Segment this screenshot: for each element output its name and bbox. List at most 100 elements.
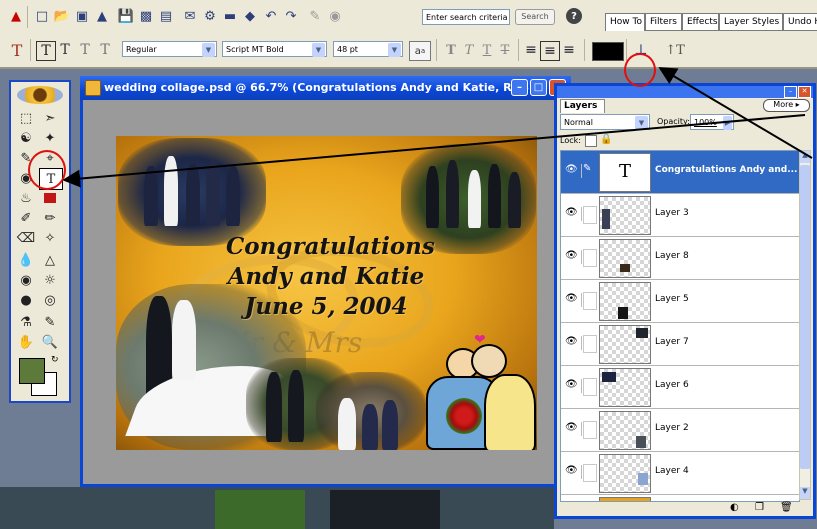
layer-row[interactable]: 👁 Layer 7 <box>561 323 799 366</box>
adjust-icon[interactable]: ◉ <box>326 7 344 25</box>
visibility-eye-icon[interactable]: 👁 <box>565 336 582 350</box>
link-box[interactable] <box>583 292 597 310</box>
link-box[interactable] <box>583 335 597 353</box>
zoom-tool-icon[interactable]: 🔍 <box>39 332 61 352</box>
vertical-mask-icon[interactable]: T <box>96 41 114 59</box>
palette-close-button[interactable]: ✕ <box>798 86 811 98</box>
horizontal-type-icon[interactable]: T <box>36 41 56 61</box>
visibility-eye-icon[interactable]: 👁 <box>565 293 582 307</box>
opacity-input[interactable]: 100% ▶ <box>690 114 734 130</box>
blur-tool-icon[interactable]: 💧 <box>15 250 37 270</box>
tab-filters[interactable]: Filters <box>645 13 682 31</box>
underline-icon[interactable]: T <box>478 41 496 59</box>
help-icon[interactable]: ? <box>566 8 582 24</box>
move-tool-icon[interactable]: ➣ <box>39 108 61 128</box>
text-orientation-icon[interactable]: ↑T <box>665 41 685 59</box>
save-icon[interactable]: 💾 <box>117 7 135 25</box>
sharpen-tool-icon[interactable]: △ <box>39 250 61 270</box>
quick-fix-icon[interactable]: ✎ <box>306 7 324 25</box>
tab-how-to[interactable]: How To <box>605 13 645 31</box>
align-right-icon[interactable]: ≡ <box>560 41 578 59</box>
email-icon[interactable]: ✉ <box>181 7 199 25</box>
congratulations-text-layer[interactable]: Congratulations Andy and Katie June 5, 2… <box>226 232 435 322</box>
palette-minimize-button[interactable]: – <box>784 86 797 98</box>
type-tool-preset-icon[interactable]: T <box>8 41 26 60</box>
lasso-tool-icon[interactable]: ☯ <box>15 128 37 148</box>
minimize-button[interactable]: – <box>511 79 528 96</box>
font-family-select[interactable]: Script MT Bold ▼ <box>222 41 327 57</box>
visibility-eye-icon[interactable]: 👁 <box>565 422 582 436</box>
search-input[interactable]: Enter search criteria <box>422 9 510 25</box>
step-forward-icon[interactable]: ↷ <box>282 7 300 25</box>
new-file-icon[interactable]: □ <box>33 7 51 25</box>
trash-icon[interactable]: 🗑 <box>780 502 793 513</box>
image-canvas[interactable]: Mr & Mrs ❤ Congratulations Andy and Kati… <box>116 136 537 450</box>
paint-bucket-icon[interactable]: ♨ <box>15 188 37 208</box>
tab-effects[interactable]: Effects <box>682 13 719 31</box>
visibility-eye-icon[interactable]: 👁 <box>565 465 582 479</box>
eraser-tool-icon[interactable]: ⌫ <box>15 228 37 248</box>
layer-row[interactable]: 👁 Layer 2 <box>561 409 799 452</box>
browse-icon[interactable]: ▣ <box>73 7 91 25</box>
brush-tool-icon[interactable]: ✐ <box>15 208 37 228</box>
search-button[interactable]: Search <box>515 9 555 25</box>
link-box[interactable] <box>583 421 597 439</box>
layer-row[interactable]: 👁 Layer 3 <box>561 194 799 237</box>
swap-colors-icon[interactable]: ↻ <box>51 355 59 365</box>
scroll-thumb[interactable] <box>800 165 810 469</box>
import-icon[interactable]: ▲ <box>93 7 111 25</box>
layer-row[interactable]: 👁 Layer 4 <box>561 452 799 495</box>
more-button[interactable]: More ▸ <box>763 99 810 112</box>
font-size-select[interactable]: 48 pt ▼ <box>333 41 403 57</box>
maximize-button[interactable]: □ <box>530 79 547 96</box>
tab-layer-styles[interactable]: Layer Styles <box>719 13 783 31</box>
dodge-tool-icon[interactable]: ☼ <box>39 270 61 290</box>
adjustment-layer-icon[interactable]: ◐ <box>730 502 739 513</box>
sponge-tool-icon[interactable]: ◉ <box>15 270 37 290</box>
hand-tool-icon[interactable]: ✋ <box>15 332 37 352</box>
pencil-tool-icon[interactable]: ✏ <box>39 208 61 228</box>
link-box[interactable] <box>583 249 597 267</box>
align-left-icon[interactable]: ≡ <box>522 41 540 59</box>
visibility-eye-icon[interactable]: 👁 <box>565 164 582 178</box>
stamp-tool-icon[interactable]: ⚗ <box>15 312 37 332</box>
lock-transparency-icon[interactable] <box>585 135 597 147</box>
palette-title-bar[interactable]: – ✕ <box>557 86 813 98</box>
faux-bold-icon[interactable]: T <box>442 41 460 59</box>
anti-alias-button[interactable]: aa <box>409 41 431 61</box>
burn-tool-icon[interactable]: ● <box>15 290 37 310</box>
online-services-icon[interactable]: ◆ <box>241 7 259 25</box>
smudge-tool-icon[interactable]: ✧ <box>39 228 61 248</box>
layer-row[interactable]: 👁 Layer 6 <box>561 366 799 409</box>
text-color-swatch[interactable] <box>592 42 624 61</box>
scroll-down-icon[interactable]: ▼ <box>800 487 810 499</box>
horizontal-mask-icon[interactable]: T <box>76 41 94 59</box>
layer-row[interactable]: 👁 Layer 8 <box>561 237 799 280</box>
print-icon[interactable]: ▤ <box>157 7 175 25</box>
new-layer-icon[interactable]: ❐ <box>755 502 764 513</box>
link-box[interactable] <box>583 378 597 396</box>
visibility-eye-icon[interactable]: 👁 <box>565 250 582 264</box>
creation-icon[interactable]: ⚙ <box>201 7 219 25</box>
scroll-up-icon[interactable]: ▲ <box>800 151 810 163</box>
clone-stamp-icon[interactable]: ◎ <box>39 290 61 310</box>
step-backward-icon[interactable]: ↶ <box>262 7 280 25</box>
eyedropper-icon[interactable]: ✎ <box>39 312 61 332</box>
blend-mode-select[interactable]: Normal ▼ <box>560 114 650 130</box>
layers-tab[interactable]: Layers <box>560 99 605 113</box>
lock-icon[interactable]: 🔒 <box>600 134 612 145</box>
align-center-icon[interactable]: ≡ <box>540 41 560 61</box>
open-folder-icon[interactable]: 📂 <box>53 7 71 25</box>
layer-row[interactable]: 👁 Layer 5 <box>561 280 799 323</box>
tab-undo-history[interactable]: Undo Histo <box>783 13 817 31</box>
font-style-select[interactable]: Regular ▼ <box>122 41 217 57</box>
layers-scrollbar[interactable]: ▲ ▼ <box>799 150 811 500</box>
strikethrough-icon[interactable]: T <box>496 41 514 59</box>
magic-wand-icon[interactable]: ✦ <box>39 128 61 148</box>
adobe-logo-icon[interactable]: ▲ <box>7 7 25 25</box>
faux-italic-icon[interactable]: T <box>460 41 478 59</box>
vertical-type-icon[interactable]: Т <box>56 41 74 59</box>
marquee-tool-icon[interactable]: ⬚ <box>15 108 37 128</box>
foreground-color-swatch[interactable] <box>19 358 45 384</box>
document-title-bar[interactable]: wedding collage.psd @ 66.7% (Congratulat… <box>80 76 571 100</box>
